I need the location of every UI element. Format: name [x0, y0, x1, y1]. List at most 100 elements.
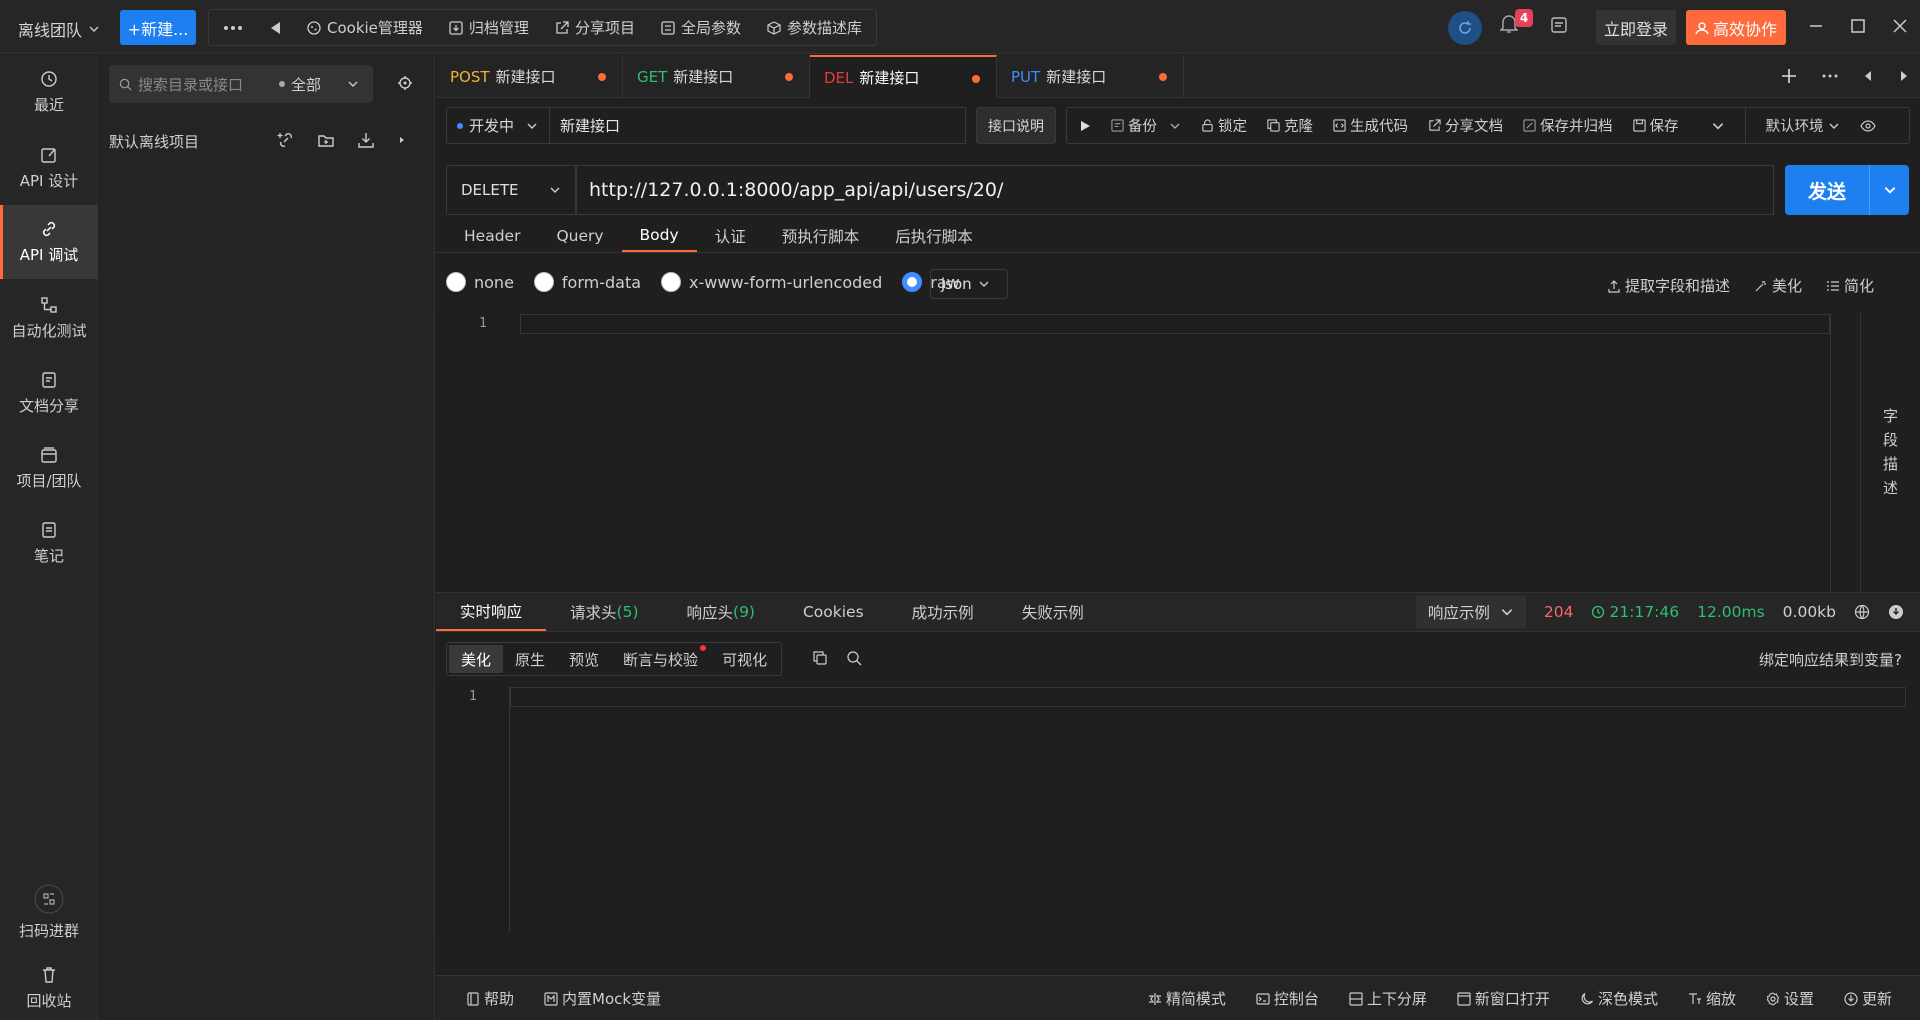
cookie-manager-button[interactable]: Cookie管理器: [307, 17, 423, 38]
trash[interactable]: 回收站: [0, 951, 98, 1020]
tab-request-headers[interactable]: 请求头 (5): [546, 593, 662, 631]
view-assert[interactable]: 断言与校验: [611, 645, 710, 673]
collapse-left-icon[interactable]: [269, 21, 281, 35]
nav-item-project-team[interactable]: 项目/团队: [0, 431, 98, 505]
import-icon[interactable]: [357, 131, 375, 149]
save-archive-button[interactable]: 保存并归档: [1523, 115, 1613, 136]
mock-vars-button[interactable]: 内置Mock变量: [544, 988, 661, 1009]
team-switcher[interactable]: 离线团队: [18, 17, 100, 41]
response-body-viewer[interactable]: [436, 686, 1920, 932]
request-body-editor[interactable]: [436, 312, 1830, 592]
tab-auth[interactable]: 认证: [697, 220, 764, 252]
share-doc-button[interactable]: 分享文档: [1428, 115, 1503, 136]
save-button[interactable]: 保存: [1632, 115, 1725, 136]
url-input[interactable]: [576, 165, 1774, 215]
copy-icon[interactable]: [812, 650, 828, 666]
archive-manage-button[interactable]: 归档管理: [449, 17, 529, 38]
field-desc-panel-toggle[interactable]: 字 段 描 述: [1860, 312, 1920, 592]
tab-body[interactable]: Body: [621, 220, 697, 252]
settings-button[interactable]: 设置: [1766, 988, 1814, 1009]
more-icon[interactable]: [223, 25, 243, 31]
add-api-icon[interactable]: [277, 131, 295, 149]
bind-response-link[interactable]: 绑定响应结果到变量?: [1759, 649, 1902, 670]
codegen-button[interactable]: 生成代码: [1333, 115, 1408, 136]
dark-mode-button[interactable]: 深色模式: [1580, 988, 1658, 1009]
eye-icon[interactable]: [1859, 119, 1876, 132]
editor-scrollbar[interactable]: [1830, 314, 1848, 592]
tab-fail-example[interactable]: 失败示例: [998, 593, 1108, 631]
more-icon[interactable]: [1822, 67, 1838, 85]
update-button[interactable]: 更新: [1844, 988, 1892, 1009]
maximize-icon[interactable]: [1850, 18, 1866, 34]
send-button[interactable]: 发送: [1785, 165, 1909, 215]
tab-post-script[interactable]: 后执行脚本: [877, 220, 991, 252]
api-desc-button[interactable]: 接口说明: [976, 107, 1056, 144]
api-name-input[interactable]: [550, 107, 966, 144]
tree-filter-select[interactable]: 全部: [279, 65, 359, 103]
nav-item-api-design[interactable]: API 设计: [0, 131, 98, 205]
plus-icon[interactable]: [1780, 67, 1798, 85]
extract-fields-button[interactable]: 提取字段和描述: [1607, 275, 1730, 296]
view-preview[interactable]: 预览: [557, 645, 611, 673]
nav-item-automation[interactable]: 自动化测试: [0, 281, 98, 355]
tab-post[interactable]: POST 新建接口: [436, 55, 623, 98]
radio-none[interactable]: none: [446, 272, 514, 292]
zoom-button[interactable]: 缩放: [1688, 988, 1736, 1009]
radio-form-data[interactable]: form-data: [533, 272, 641, 292]
tab-header[interactable]: Header: [446, 220, 538, 252]
split-view-button[interactable]: 上下分屏: [1349, 988, 1427, 1009]
backup-button[interactable]: 备份: [1111, 115, 1181, 136]
radio-urlencoded[interactable]: x-www-form-urlencoded: [661, 272, 882, 292]
tab-live-response[interactable]: 实时响应: [436, 593, 547, 631]
add-folder-icon[interactable]: [317, 131, 335, 149]
console-button[interactable]: 控制台: [1256, 988, 1319, 1009]
lock-button[interactable]: 锁定: [1201, 115, 1247, 136]
tab-pre-script[interactable]: 预执行脚本: [764, 220, 878, 252]
body-format-select[interactable]: json: [930, 269, 1008, 299]
help-button[interactable]: 帮助: [466, 988, 514, 1009]
simple-mode-button[interactable]: 精简模式: [1148, 988, 1226, 1009]
status-select[interactable]: 开发中: [446, 107, 550, 144]
share-project-button[interactable]: 分享项目: [555, 17, 635, 38]
tab-query[interactable]: Query: [538, 220, 621, 252]
run-button[interactable]: [1079, 120, 1091, 132]
globe-icon[interactable]: [1854, 604, 1870, 620]
env-select[interactable]: 默认环境: [1766, 115, 1840, 136]
view-raw[interactable]: 原生: [503, 645, 557, 673]
download-icon[interactable]: [1888, 604, 1904, 620]
tab-response-headers[interactable]: 响应头 (9): [663, 593, 779, 631]
tab-get[interactable]: GET 新建接口: [623, 55, 810, 98]
tab-put[interactable]: PUT 新建接口: [997, 55, 1184, 98]
method-select[interactable]: DELETE: [446, 165, 576, 215]
nav-item-recent[interactable]: 最近: [0, 55, 98, 129]
locate-icon[interactable]: [397, 75, 413, 91]
collab-button[interactable]: 高效协作: [1686, 10, 1786, 45]
sync-button[interactable]: [1448, 11, 1482, 45]
search-icon[interactable]: [846, 650, 862, 666]
note-icon[interactable]: [1550, 16, 1568, 34]
nav-item-api-debug[interactable]: API 调试: [0, 205, 98, 279]
new-window-button[interactable]: 新窗口打开: [1457, 988, 1550, 1009]
clone-button[interactable]: 克隆: [1267, 115, 1313, 136]
tab-success-example[interactable]: 成功示例: [888, 593, 998, 631]
close-icon[interactable]: [1892, 18, 1908, 34]
response-example-select[interactable]: 响应示例: [1415, 596, 1526, 628]
simplify-button[interactable]: 简化: [1826, 275, 1874, 296]
send-options-icon[interactable]: [1870, 183, 1909, 197]
tab-next-icon[interactable]: [1898, 67, 1910, 85]
nav-item-doc-share[interactable]: 文档分享: [0, 356, 98, 430]
global-params-button[interactable]: 全局参数: [661, 17, 741, 38]
tab-prev-icon[interactable]: [1862, 67, 1874, 85]
scan-join-group[interactable]: 扫码进群: [0, 875, 98, 949]
login-button[interactable]: 立即登录: [1596, 10, 1676, 45]
caret-right-icon[interactable]: [397, 135, 407, 145]
beautify-button[interactable]: 美化: [1754, 275, 1802, 296]
param-library-button[interactable]: 参数描述库: [767, 17, 862, 38]
tab-del[interactable]: DEL 新建接口: [810, 55, 997, 98]
nav-item-notes[interactable]: 笔记: [0, 506, 98, 580]
minimize-icon[interactable]: [1808, 18, 1824, 34]
tab-cookies[interactable]: Cookies: [779, 593, 888, 631]
view-visualize[interactable]: 可视化: [710, 645, 779, 673]
view-beautify[interactable]: 美化: [449, 645, 504, 673]
new-button[interactable]: +新建...: [120, 10, 196, 45]
